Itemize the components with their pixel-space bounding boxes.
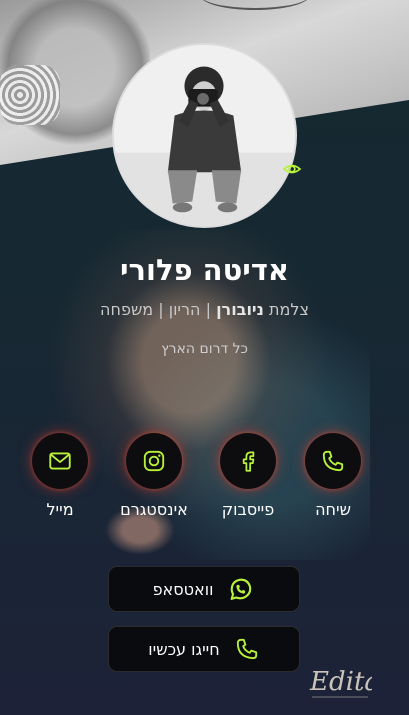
avatar xyxy=(112,43,297,228)
profile-location: כל דרום הארץ xyxy=(161,341,248,357)
subtitle-highlight: ניובורן xyxy=(216,300,264,319)
call-circle[interactable] xyxy=(305,433,361,489)
whatsapp-button-label: וואטסאפ xyxy=(152,579,214,599)
brand-logo: Edita xyxy=(309,667,372,698)
call-now-button[interactable]: חייגו עכשיו xyxy=(108,626,300,672)
mail-action[interactable]: מייל xyxy=(18,433,102,519)
whatsapp-button[interactable]: וואטסאפ xyxy=(108,566,300,612)
facebook-action[interactable]: פייסבוק xyxy=(206,433,290,519)
call-action[interactable]: שיחה xyxy=(291,433,375,519)
subtitle-prefix: צלמת xyxy=(268,300,309,319)
mail-icon xyxy=(49,452,71,470)
instagram-icon xyxy=(143,450,165,472)
business-card: אדיטה פלורי צלמת ניובורן | הריון | משפחה… xyxy=(0,0,409,715)
profile-name: אדיטה פלורי xyxy=(120,253,289,287)
action-row: שיחה פייסבוק אינסטגרם מייל xyxy=(0,433,409,533)
mail-action-label: מייל xyxy=(46,500,74,519)
facebook-action-label: פייסבוק xyxy=(221,500,275,519)
instagram-action[interactable]: אינסטגרם xyxy=(112,433,196,519)
phone-icon xyxy=(322,450,344,472)
subtitle-rest: | הריון | משפחה xyxy=(100,300,211,319)
facebook-icon xyxy=(242,451,255,472)
instagram-circle[interactable] xyxy=(126,433,182,489)
photographer-portrait xyxy=(114,45,295,226)
call-now-button-label: חייגו עכשיו xyxy=(148,639,220,659)
facebook-circle[interactable] xyxy=(220,433,276,489)
phone-icon xyxy=(236,638,257,660)
call-action-label: שיחה xyxy=(315,500,351,519)
svg-text:Edita: Edita xyxy=(309,667,372,697)
instagram-action-label: אינסטגרם xyxy=(120,500,188,519)
cover-photo-knit xyxy=(0,65,60,125)
profile-subtitle: צלמת ניובורן | הריון | משפחה xyxy=(0,300,409,319)
eye-icon[interactable] xyxy=(282,159,302,179)
mail-circle[interactable] xyxy=(32,433,88,489)
whatsapp-icon xyxy=(231,578,252,600)
